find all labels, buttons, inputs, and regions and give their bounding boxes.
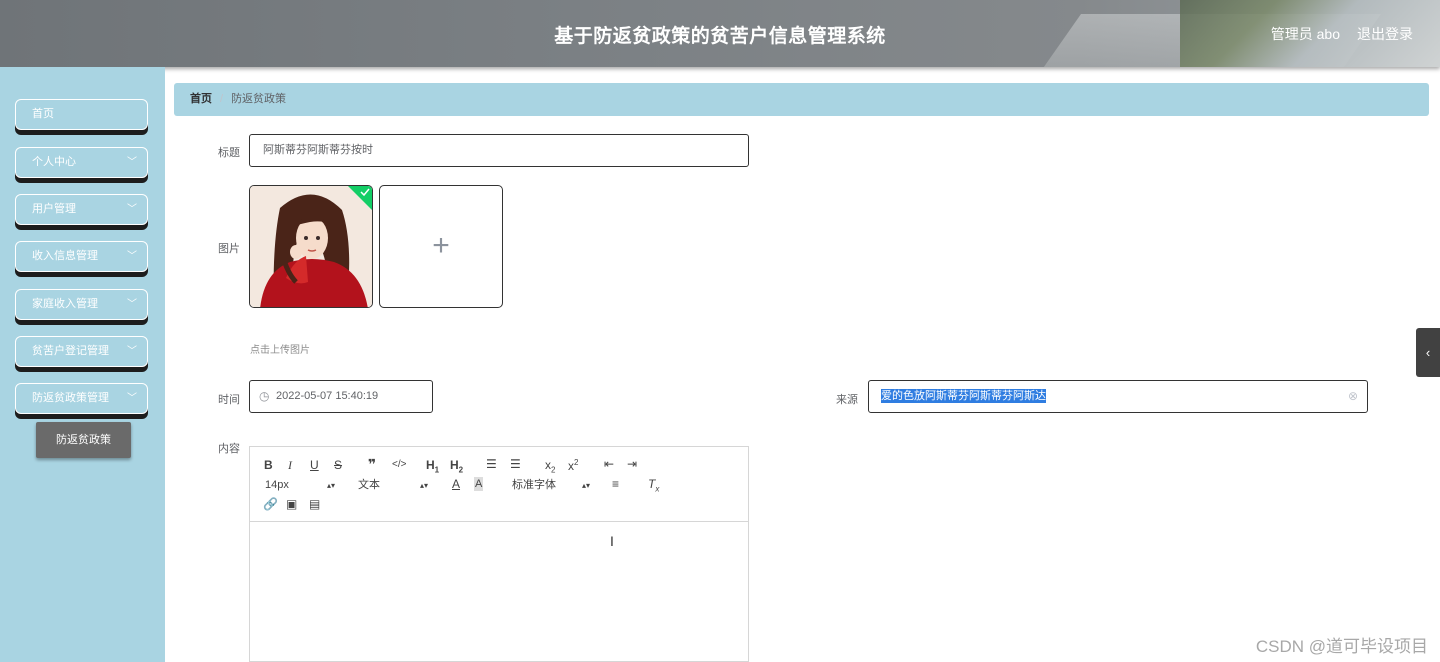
superscript-icon[interactable]: x2	[568, 456, 578, 473]
app-title: 基于防返贫政策的贫苦户信息管理系统	[554, 26, 886, 47]
watermark: CSDN @道可毕设项目	[1255, 637, 1428, 656]
sidebar-item-label: 贫苦户登记管理	[32, 345, 109, 357]
chevron-down-icon: ﹀	[127, 346, 137, 357]
sidebar: 首页 个人中心 ﹀ 用户管理 ﹀ 收入信息管理 ﹀ 家庭收入管理 ﹀ 贫苦户登记…	[0, 67, 165, 662]
breadcrumb-current: 防返贫政策	[231, 93, 287, 105]
clear-format-icon[interactable]: Tx	[648, 477, 659, 496]
clock-icon: ◷	[259, 389, 270, 403]
circle-close-icon[interactable]: ⊗	[1348, 381, 1358, 412]
heading-2-icon[interactable]: H2	[450, 458, 463, 477]
time-label: 时间	[218, 394, 240, 406]
sidebar-subitem-policy[interactable]: 防返贫政策	[36, 422, 131, 458]
editor-toolbar: B I U S ❞ </> H1 H2 ☰ ☰ x2 x2 ⇤ ⇥ 14px ▴…	[250, 447, 748, 522]
source-value-selected: 爱的色放阿斯蒂芬阿斯蒂芬阿斯达	[881, 389, 1046, 403]
font-family-value: 标准字体	[512, 479, 556, 491]
link-icon[interactable]: 🔗	[263, 497, 278, 511]
image-label: 图片	[218, 243, 240, 255]
breadcrumb: 首页 / 防返贫政策	[174, 83, 1429, 116]
blockquote-icon[interactable]: ❞	[368, 457, 376, 471]
code-block-icon[interactable]: </>	[392, 458, 406, 472]
sidebar-item-label: 防返贫政策管理	[32, 392, 109, 404]
font-color-icon[interactable]: A	[452, 477, 460, 491]
chevron-down-icon: ﹀	[127, 204, 137, 215]
select-arrow-icon: ▴▾	[582, 481, 591, 490]
subscript-icon[interactable]: x2	[545, 458, 555, 477]
background-color-icon[interactable]: A	[474, 477, 484, 491]
plus-icon: +	[432, 229, 450, 262]
indent-icon[interactable]: ⇥	[627, 457, 637, 471]
sidebar-item-label: 家庭收入管理	[32, 298, 98, 310]
editor-content-area[interactable]	[250, 523, 748, 661]
image-icon[interactable]: ▣	[286, 497, 297, 511]
sidebar-item-poor-household-registration[interactable]: 贫苦户登记管理 ﹀	[15, 336, 148, 367]
italic-icon[interactable]: I	[288, 458, 292, 472]
sidebar-item-label: 首页	[32, 108, 54, 120]
ordered-list-icon[interactable]: ☰	[486, 457, 497, 471]
chevron-down-icon: ﹀	[127, 393, 137, 404]
font-size-value: 14px	[265, 479, 289, 491]
sidebar-item-user-management[interactable]: 用户管理 ﹀	[15, 194, 148, 225]
current-user: 管理员 abo	[1270, 26, 1340, 42]
date-time-picker[interactable]: ◷ 2022-05-07 15:40:19	[249, 380, 433, 413]
top-header: 基于防返贫政策的贫苦户信息管理系统 管理员 abo 退出登录	[0, 0, 1440, 67]
font-family-select[interactable]: 标准字体 ▴▾	[512, 478, 592, 492]
source-label: 来源	[836, 394, 858, 406]
source-input[interactable]: 爱的色放阿斯蒂芬阿斯蒂芬阿斯达 ⊗	[868, 380, 1368, 413]
underline-icon[interactable]: U	[310, 458, 319, 472]
title-label: 标题	[218, 147, 240, 159]
chevron-down-icon: ﹀	[127, 251, 137, 262]
bold-icon[interactable]: B	[264, 458, 273, 472]
date-time-value: 2022-05-07 15:40:19	[276, 390, 379, 402]
heading-1-icon[interactable]: H1	[426, 458, 439, 477]
strike-icon[interactable]: S	[334, 458, 342, 472]
select-arrow-icon: ▴▾	[327, 481, 336, 490]
sidebar-item-label: 收入信息管理	[32, 250, 98, 262]
chevron-left-icon[interactable]: ‹	[1416, 328, 1440, 377]
content-label: 内容	[218, 443, 240, 455]
rich-text-editor: B I U S ❞ </> H1 H2 ☰ ☰ x2 x2 ⇤ ⇥ 14px ▴…	[249, 446, 749, 662]
image-upload-button[interactable]: +	[379, 185, 503, 308]
select-arrow-icon: ▴▾	[420, 481, 429, 490]
uploaded-image-thumbnail[interactable]	[249, 185, 373, 308]
sidebar-item-income-info[interactable]: 收入信息管理 ﹀	[15, 241, 148, 272]
upload-success-icon	[348, 186, 372, 210]
title-input[interactable]: 阿斯蒂芬阿斯蒂芬按时	[249, 134, 749, 167]
breadcrumb-home-link[interactable]: 首页	[190, 93, 212, 105]
outdent-icon[interactable]: ⇤	[604, 457, 614, 471]
heading-value: 文本	[358, 479, 380, 491]
sidebar-item-personal-center[interactable]: 个人中心 ﹀	[15, 147, 148, 178]
sidebar-item-policy-management[interactable]: 防返贫政策管理 ﹀	[15, 383, 148, 414]
chevron-down-icon: ﹀	[127, 157, 137, 168]
text-cursor-icon: I	[610, 533, 614, 549]
breadcrumb-separator: /	[220, 93, 224, 105]
sidebar-item-family-income[interactable]: 家庭收入管理 ﹀	[15, 289, 148, 320]
font-size-select[interactable]: 14px ▴▾	[265, 478, 335, 492]
align-icon[interactable]: ≡	[612, 477, 619, 491]
bullet-list-icon[interactable]: ☰	[510, 457, 521, 471]
sidebar-item-label: 用户管理	[32, 203, 76, 215]
logout-button[interactable]: 退出登录	[1357, 24, 1413, 44]
sidebar-item-label: 个人中心	[32, 156, 76, 168]
chevron-down-icon: ﹀	[127, 299, 137, 310]
sidebar-item-home[interactable]: 首页	[15, 99, 148, 130]
video-icon[interactable]: ▤	[309, 497, 320, 511]
upload-tip: 点击上传图片	[250, 345, 310, 356]
heading-select[interactable]: 文本 ▴▾	[358, 478, 428, 492]
